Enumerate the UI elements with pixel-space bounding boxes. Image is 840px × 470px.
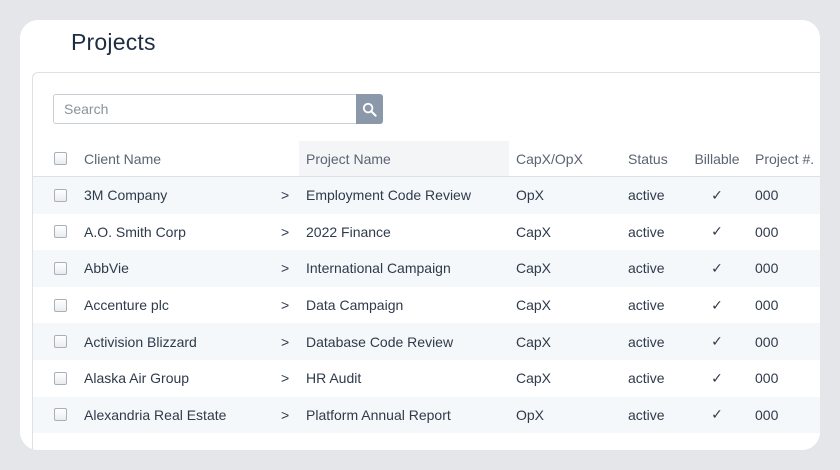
row-select-cell bbox=[54, 360, 68, 397]
capx-opx-cell: CapX bbox=[516, 297, 552, 314]
chevron-right-icon[interactable]: > bbox=[281, 214, 293, 251]
status-cell: active bbox=[628, 187, 665, 204]
client-name-cell[interactable]: AbbVie bbox=[84, 250, 129, 287]
table-row[interactable]: Accenture plc > Data Campaign CapX active ✓ 00… bbox=[33, 287, 820, 324]
row-checkbox[interactable] bbox=[54, 261, 67, 275]
column-header-project-name[interactable]: Project Name bbox=[306, 141, 391, 176]
project-name-cell[interactable]: 2022 Finance bbox=[306, 214, 391, 251]
table-row[interactable]: Alexandria Real Estate > Platform Annual R… bbox=[33, 396, 820, 434]
project-name-cell[interactable]: Employment Code Review bbox=[306, 177, 471, 214]
projects-panel: Client Name Project Name CapX/OpX Status… bbox=[32, 72, 820, 450]
capx-opx-cell: OpX bbox=[516, 406, 545, 423]
table-row[interactable]: Activision Blizzard > Database Code Review… bbox=[33, 323, 820, 360]
row-select-cell bbox=[54, 177, 68, 214]
checkmark-icon: ✓ bbox=[711, 406, 723, 423]
row-checkbox[interactable] bbox=[54, 225, 67, 239]
client-name-cell[interactable]: 3M Company bbox=[84, 177, 167, 214]
row-select-cell bbox=[54, 250, 68, 287]
row-select-cell bbox=[54, 397, 68, 434]
row-select-cell bbox=[54, 287, 68, 324]
checkmark-icon: ✓ bbox=[711, 223, 723, 240]
column-header-capx-opx[interactable]: CapX/OpX bbox=[516, 141, 583, 176]
checkmark-icon: ✓ bbox=[711, 333, 723, 350]
app-window: Projects Client Name Project Name CapX/O bbox=[20, 20, 820, 450]
project-number-cell: 000 bbox=[755, 260, 779, 277]
checkmark-icon: ✓ bbox=[711, 259, 723, 276]
capx-opx-cell: CapX bbox=[516, 333, 552, 350]
column-header-project-number[interactable]: Project #. bbox=[755, 141, 814, 176]
status-cell: active bbox=[628, 406, 665, 423]
client-name-cell[interactable]: A.O. Smith Corp bbox=[84, 214, 186, 251]
chevron-right-icon[interactable]: > bbox=[281, 360, 293, 397]
project-number-cell: 000 bbox=[755, 406, 779, 423]
checkmark-icon: ✓ bbox=[711, 369, 723, 386]
row-checkbox[interactable] bbox=[54, 188, 67, 202]
chevron-right-icon[interactable]: > bbox=[281, 177, 293, 214]
project-name-cell[interactable]: Database Code Review bbox=[306, 323, 453, 360]
capx-opx-cell: CapX bbox=[516, 370, 552, 387]
checkmark-icon: ✓ bbox=[711, 186, 723, 203]
table-row[interactable]: AbbVie > International Campaign CapX active ✓… bbox=[33, 250, 820, 287]
client-name-cell[interactable]: Activision Blizzard bbox=[84, 323, 197, 360]
table-row[interactable]: A.O. Smith Corp >2022 Finance CapX active ✓ 0… bbox=[33, 214, 820, 251]
capx-opx-cell: OpX bbox=[516, 187, 545, 204]
project-name-cell[interactable]: Platform Annual Report bbox=[306, 397, 451, 434]
client-name-cell[interactable]: Accenture plc bbox=[84, 287, 169, 324]
project-name-cell[interactable]: HR Audit bbox=[306, 360, 361, 397]
status-cell: active bbox=[628, 333, 665, 350]
row-checkbox[interactable] bbox=[54, 298, 67, 312]
status-cell: active bbox=[628, 297, 665, 314]
checkmark-icon: ✓ bbox=[711, 296, 723, 313]
status-cell: active bbox=[628, 260, 665, 277]
status-cell: active bbox=[628, 223, 665, 240]
row-select-cell bbox=[54, 323, 68, 360]
projects-table: Client Name Project Name CapX/OpX Status… bbox=[33, 141, 820, 434]
row-select-cell bbox=[54, 214, 68, 251]
project-number-cell: 000 bbox=[755, 223, 779, 240]
search-button[interactable] bbox=[356, 94, 383, 124]
capx-opx-cell: CapX bbox=[516, 223, 552, 240]
column-header-billable[interactable]: Billable bbox=[694, 141, 739, 176]
row-checkbox[interactable] bbox=[54, 335, 67, 349]
client-name-cell[interactable]: Alexandria Real Estate bbox=[84, 397, 226, 434]
client-name-cell[interactable]: Alaska Air Group bbox=[84, 360, 189, 397]
search-icon bbox=[362, 102, 377, 117]
select-all-checkbox[interactable] bbox=[54, 152, 67, 165]
outer-frame: Projects Client Name Project Name CapX/O bbox=[0, 0, 840, 470]
row-checkbox[interactable] bbox=[54, 371, 67, 385]
project-name-cell[interactable]: International Campaign bbox=[306, 250, 451, 287]
table-row[interactable]: Alaska Air Group > HR Audit CapX active ✓ 000 bbox=[33, 360, 820, 397]
project-number-cell: 000 bbox=[755, 187, 779, 204]
table-row[interactable]: 3M Company > Employment Code Review OpX acti… bbox=[33, 177, 820, 214]
select-all-cell bbox=[54, 141, 68, 176]
project-number-cell: 000 bbox=[755, 297, 779, 314]
table-header: Client Name Project Name CapX/OpX Status… bbox=[33, 141, 820, 177]
status-cell: active bbox=[628, 370, 665, 387]
column-header-client-name[interactable]: Client Name bbox=[84, 141, 161, 176]
project-name-cell[interactable]: Data Campaign bbox=[306, 287, 403, 324]
chevron-right-icon[interactable]: > bbox=[281, 287, 293, 324]
capx-opx-cell: CapX bbox=[516, 260, 552, 277]
page-title: Projects bbox=[71, 29, 156, 55]
chevron-right-icon[interactable]: > bbox=[281, 250, 293, 287]
row-checkbox[interactable] bbox=[54, 408, 67, 422]
column-header-status[interactable]: Status bbox=[628, 141, 668, 176]
project-number-cell: 000 bbox=[755, 370, 779, 387]
project-number-cell: 000 bbox=[755, 333, 779, 350]
table-body: 3M Company > Employment Code Review OpX acti… bbox=[33, 177, 820, 434]
search-input[interactable] bbox=[53, 94, 357, 124]
chevron-right-icon[interactable]: > bbox=[281, 397, 293, 434]
chevron-right-icon[interactable]: > bbox=[281, 323, 293, 360]
